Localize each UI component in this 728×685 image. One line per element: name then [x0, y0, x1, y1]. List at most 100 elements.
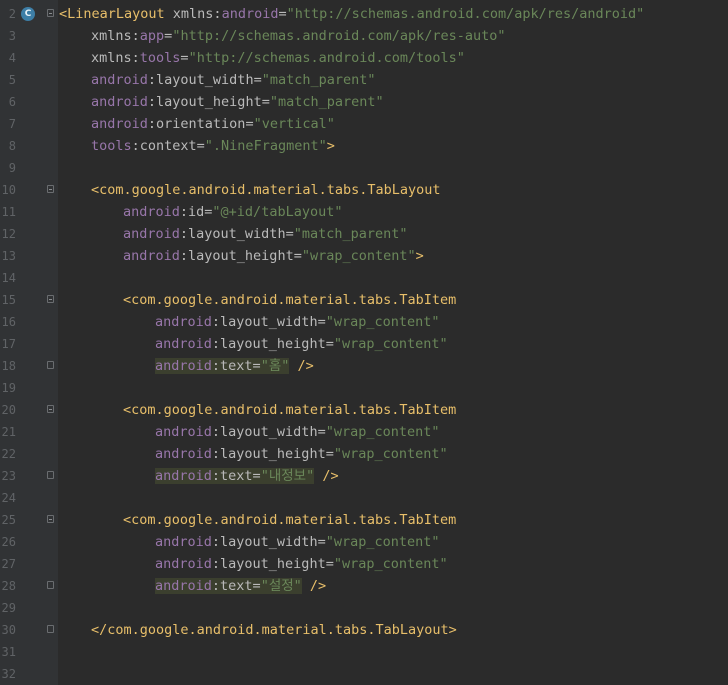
code-line[interactable]: 27 android:layout_height="wrap_content"	[0, 553, 728, 575]
code-text[interactable]: <com.google.android.material.tabs.TabIte…	[123, 289, 456, 311]
code-token: "wrap_content"	[325, 314, 440, 330]
code-token: app	[139, 28, 165, 44]
code-token: :layout_height=	[211, 336, 334, 352]
code-token: =	[278, 6, 287, 22]
code-line[interactable]: 19	[0, 377, 728, 399]
code-line[interactable]: 12 android:layout_width="match_parent"	[0, 223, 728, 245]
fold-collapse-icon[interactable]	[47, 9, 54, 17]
code-token: />	[301, 578, 327, 594]
code-line[interactable]: 10 <com.google.android.material.tabs.TabL…	[0, 179, 728, 201]
code-text[interactable]: android:text="내정보" />	[155, 465, 339, 487]
code-text[interactable]: android:orientation="vertical"	[91, 113, 335, 135]
fold-collapse-icon[interactable]	[47, 515, 54, 523]
code-text[interactable]: xmlns:tools="http://schemas.android.com/…	[91, 47, 465, 69]
fold-end-icon[interactable]	[47, 581, 54, 589]
code-line[interactable]: 25 <com.google.android.material.tabs.TabI…	[0, 509, 728, 531]
code-text[interactable]: xmlns:app="http://schemas.android.com/ap…	[91, 25, 506, 47]
code-line[interactable]: 29	[0, 597, 728, 619]
line-number: 26	[1, 535, 16, 549]
code-token: :id=	[179, 204, 213, 220]
code-line[interactable]: 24	[0, 487, 728, 509]
code-text[interactable]: android:layout_width="wrap_content"	[155, 531, 440, 553]
code-text[interactable]: <com.google.android.material.tabs.TabIte…	[123, 509, 456, 531]
code-line[interactable]: 11 android:id="@+id/tabLayout"	[0, 201, 728, 223]
code-token: android	[91, 116, 148, 132]
code-text[interactable]: android:layout_width="wrap_content"	[155, 311, 440, 333]
code-text[interactable]: android:layout_width="match_parent"	[91, 69, 376, 91]
code-token: tools	[139, 50, 181, 66]
code-line[interactable]: 32	[0, 663, 728, 685]
code-line[interactable]: 14	[0, 267, 728, 289]
code-text[interactable]: <com.google.android.material.tabs.TabLay…	[91, 179, 441, 201]
fold-end-icon[interactable]	[47, 625, 54, 633]
code-text[interactable]: android:layout_width="wrap_content"	[155, 421, 440, 443]
code-line[interactable]: 4 xmlns:tools="http://schemas.android.com…	[0, 47, 728, 69]
code-line[interactable]: 5 android:layout_width="match_parent"	[0, 69, 728, 91]
code-line[interactable]: 22 android:layout_height="wrap_content"	[0, 443, 728, 465]
code-text[interactable]: android:layout_height="wrap_content"	[155, 333, 448, 355]
code-line[interactable]: 26 android:layout_width="wrap_content"	[0, 531, 728, 553]
code-text[interactable]: <com.google.android.material.tabs.TabIte…	[123, 399, 456, 421]
code-line[interactable]: 6 android:layout_height="match_parent"	[0, 91, 728, 113]
code-line[interactable]: 7 android:orientation="vertical"	[0, 113, 728, 135]
code-text[interactable]: android:layout_height="wrap_content"	[155, 553, 448, 575]
code-token: "내정보"	[260, 468, 315, 484]
code-line[interactable]: 2 C <LinearLayout xmlns:android="http://sc…	[0, 3, 728, 25]
fold-end-icon[interactable]	[47, 361, 54, 369]
line-number: 4	[8, 51, 16, 65]
fold-collapse-icon[interactable]	[47, 185, 54, 193]
code-token: "http://schemas.android.com/tools"	[188, 50, 465, 66]
code-token: <com.google.android.material.tabs.TabLay…	[91, 182, 441, 198]
code-line[interactable]: 16 android:layout_width="wrap_content"	[0, 311, 728, 333]
code-token: :layout_width=	[179, 226, 294, 242]
code-token: />	[314, 468, 339, 484]
code-text[interactable]: android:layout_height="wrap_content">	[123, 245, 424, 267]
line-number: 29	[1, 601, 16, 615]
code-line[interactable]: 28 android:text="설정" />	[0, 575, 728, 597]
code-text[interactable]: android:text="설정" />	[155, 575, 326, 597]
code-line[interactable]: 15 <com.google.android.material.tabs.TabI…	[0, 289, 728, 311]
code-token: =	[180, 50, 189, 66]
code-token: "match_parent"	[261, 72, 376, 88]
code-line[interactable]: 31	[0, 641, 728, 663]
code-text[interactable]: android:text="홈" />	[155, 355, 314, 377]
code-token: :text=	[211, 578, 261, 594]
code-token: ".NineFragment"	[204, 138, 327, 154]
code-token: />	[289, 358, 314, 374]
code-token: :layout_height=	[211, 446, 334, 462]
code-token: :layout_height=	[179, 248, 302, 264]
code-text[interactable]: android:layout_height="match_parent"	[91, 91, 384, 113]
code-token: android	[155, 468, 212, 484]
code-token: android	[155, 556, 212, 572]
code-line[interactable]: 23 android:text="내정보" />	[0, 465, 728, 487]
fold-collapse-icon[interactable]	[47, 295, 54, 303]
code-line[interactable]: 17 android:layout_height="wrap_content"	[0, 333, 728, 355]
code-editor[interactable]: 2 C <LinearLayout xmlns:android="http://sc…	[0, 0, 728, 685]
code-text[interactable]: android:id="@+id/tabLayout"	[123, 201, 342, 223]
line-number: 6	[8, 95, 16, 109]
code-line[interactable]: 13 android:layout_height="wrap_content">	[0, 245, 728, 267]
code-line[interactable]: 3 xmlns:app="http://schemas.android.com/a…	[0, 25, 728, 47]
code-text[interactable]: android:layout_width="match_parent"	[123, 223, 408, 245]
line-number: 25	[1, 513, 16, 527]
code-text[interactable]: android:layout_height="wrap_content"	[155, 443, 448, 465]
code-line[interactable]: 18 android:text="홈" />	[0, 355, 728, 377]
line-number: 24	[1, 491, 16, 505]
code-line[interactable]: 8 tools:context=".NineFragment">	[0, 135, 728, 157]
code-text[interactable]: <LinearLayout xmlns:android="http://sche…	[59, 3, 644, 25]
code-token: :context=	[131, 138, 205, 154]
code-line[interactable]: 20 <com.google.android.material.tabs.TabI…	[0, 399, 728, 421]
line-number: 32	[1, 667, 16, 681]
code-text[interactable]: </com.google.android.material.tabs.TabLa…	[91, 619, 457, 641]
code-line[interactable]: 21 android:layout_width="wrap_content"	[0, 421, 728, 443]
class-icon[interactable]: C	[21, 7, 35, 21]
code-token: "http://schemas.android.com/apk/res-auto…	[172, 28, 506, 44]
line-number: 28	[1, 579, 16, 593]
fold-end-icon[interactable]	[47, 471, 54, 479]
code-line[interactable]: 30 </com.google.android.material.tabs.Tab…	[0, 619, 728, 641]
code-token: :text=	[211, 358, 261, 374]
code-line[interactable]: 9	[0, 157, 728, 179]
code-text[interactable]: tools:context=".NineFragment">	[91, 135, 335, 157]
line-number: 22	[1, 447, 16, 461]
fold-collapse-icon[interactable]	[47, 405, 54, 413]
